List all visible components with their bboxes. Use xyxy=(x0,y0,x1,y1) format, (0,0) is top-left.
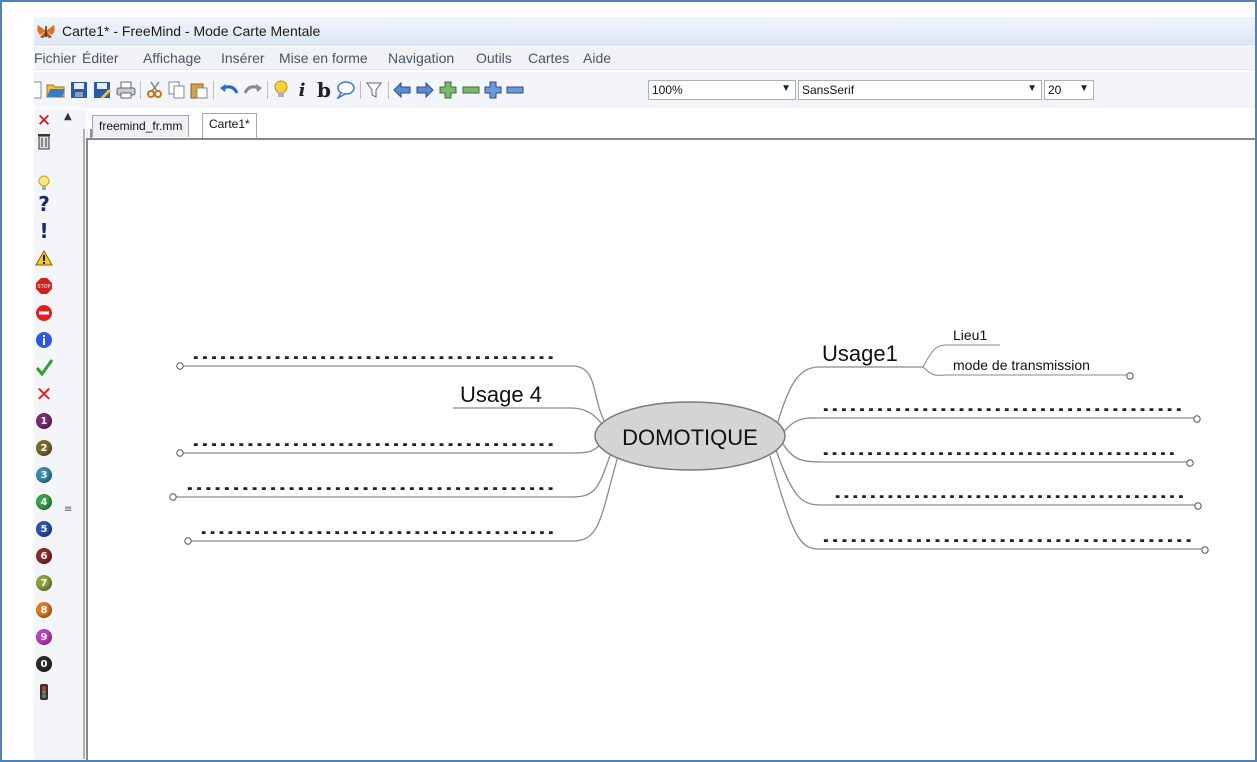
fold-circle[interactable] xyxy=(1186,459,1194,467)
fold-circle[interactable] xyxy=(169,493,177,501)
fold-circle[interactable] xyxy=(1126,372,1134,380)
node-placeholder-left-3[interactable]: ........................................ xyxy=(186,474,556,494)
node-usage1[interactable]: Usage1 xyxy=(822,341,898,366)
fold-circle[interactable] xyxy=(1194,502,1202,510)
fold-circle[interactable] xyxy=(1201,546,1209,554)
node-placeholder-left-2[interactable]: ........................................ xyxy=(192,430,556,450)
node-usage4[interactable]: Usage 4 xyxy=(460,382,542,407)
center-node[interactable]: DOMOTIQUE xyxy=(622,425,758,450)
fold-circle[interactable] xyxy=(176,449,184,457)
fold-circle[interactable] xyxy=(184,537,192,545)
edge-left-1 xyxy=(182,365,609,429)
node-mode-de-transmission[interactable]: mode de transmission xyxy=(953,357,1090,373)
node-placeholder-left-1[interactable]: ........................................ xyxy=(192,343,556,363)
mind-map: DOMOTIQUE Usage1 Lieu1 mode de transmiss… xyxy=(169,327,1209,554)
edge-right-1 xyxy=(781,417,1195,435)
node-placeholder-left-4[interactable]: ........................................ xyxy=(200,518,556,538)
fold-circle[interactable] xyxy=(176,362,184,370)
node-placeholder-right-1[interactable]: ........................................ xyxy=(822,395,1184,415)
fold-circle[interactable] xyxy=(1193,415,1201,423)
edge-usage4 xyxy=(453,407,609,433)
node-lieu1[interactable]: Lieu1 xyxy=(953,327,987,343)
node-placeholder-right-2[interactable]: ........................................ xyxy=(822,439,1177,459)
node-placeholder-right-4[interactable]: ........................................ xyxy=(822,526,1194,546)
node-placeholder-right-3[interactable]: ........................................ xyxy=(834,482,1186,502)
